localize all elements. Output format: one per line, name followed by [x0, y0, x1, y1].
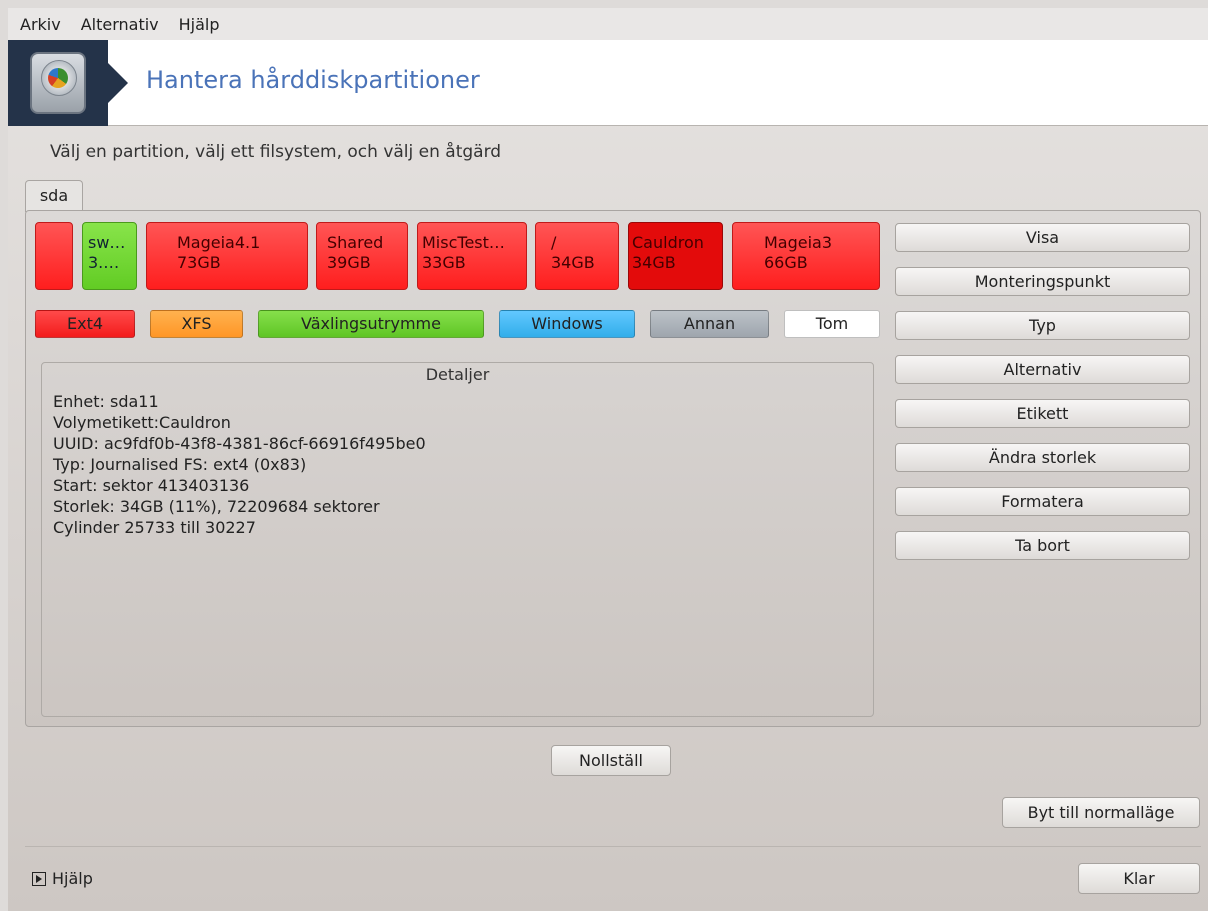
help-label: Hjälp [52, 869, 93, 888]
detail-volume-label: Volymetikett:Cauldron [53, 413, 231, 432]
detail-device: Enhet: sda11 [53, 392, 159, 411]
legend-swap: Växlingsutrymme [258, 310, 484, 338]
legend-tom: Tom [784, 310, 880, 338]
header-banner: Hantera hårddiskpartitioner [8, 40, 1208, 126]
details-title: Detaljer [425, 365, 490, 384]
partition-size: 73GB [177, 253, 221, 272]
partition-name: Mageia4.1 [177, 233, 261, 252]
partition-size: 39GB [327, 253, 371, 272]
partition-name: Cauldron [632, 233, 704, 252]
partition-size: 34GB [632, 253, 676, 272]
menu-hjalp[interactable]: Hjälp [169, 15, 230, 34]
partition-size: 3.… [88, 253, 120, 272]
done-button[interactable]: Klar [1078, 863, 1200, 894]
normal-mode-button[interactable]: Byt till normalläge [1002, 797, 1200, 828]
partition-2[interactable]: sw… 3.… [82, 222, 137, 290]
partition-name: sw… [88, 233, 126, 252]
main-window: Arkiv Alternativ Hjälp Hantera hårddiskp… [8, 8, 1208, 911]
options-button[interactable]: Alternativ [895, 355, 1190, 384]
reset-button[interactable]: Nollställ [551, 745, 671, 776]
view-button[interactable]: Visa [895, 223, 1190, 252]
mount-point-button[interactable]: Monteringspunkt [895, 267, 1190, 296]
menu-arkiv[interactable]: Arkiv [8, 15, 71, 34]
page-title: Hantera hårddiskpartitioner [146, 66, 480, 94]
details-lines: Enhet: sda11 Volymetikett:Cauldron UUID:… [53, 391, 426, 538]
details-box: Detaljer Enhet: sda11 Volymetikett:Cauld… [41, 362, 874, 717]
label-button[interactable]: Etikett [895, 399, 1190, 428]
partition-size: 33GB [422, 253, 466, 272]
partition-8[interactable]: Mageia3 66GB [732, 222, 880, 290]
partition-name: Mageia3 [764, 233, 833, 252]
delete-button[interactable]: Ta bort [895, 531, 1190, 560]
partition-size: 34GB [551, 253, 595, 272]
partition-1[interactable] [35, 222, 73, 290]
type-button[interactable]: Typ [895, 311, 1190, 340]
detail-uuid: UUID: ac9fdf0b-43f8-4381-86cf-66916f495b… [53, 434, 426, 453]
resize-button[interactable]: Ändra storlek [895, 443, 1190, 472]
partition-6[interactable]: / 34GB [535, 222, 619, 290]
legend-ext4: Ext4 [35, 310, 135, 338]
format-button[interactable]: Formatera [895, 487, 1190, 516]
partition-4[interactable]: Shared 39GB [316, 222, 408, 290]
pie-chart-icon [48, 68, 68, 88]
detail-cylinder: Cylinder 25733 till 30227 [53, 518, 256, 537]
legend-xfs: XFS [150, 310, 243, 338]
partition-3[interactable]: Mageia4.1 73GB [146, 222, 308, 290]
instruction-text: Välj en partition, välj ett filsystem, o… [50, 142, 502, 162]
partition-name: MiscTest… [422, 233, 505, 252]
detail-type: Typ: Journalised FS: ext4 (0x83) [53, 455, 307, 474]
detail-size: Storlek: 34GB (11%), 72209684 sektorer [53, 497, 380, 516]
partition-name: / [551, 233, 557, 252]
tab-sda[interactable]: sda [25, 180, 83, 212]
partition-5[interactable]: MiscTest… 33GB [417, 222, 527, 290]
legend-windows: Windows [499, 310, 635, 338]
partition-size: 66GB [764, 253, 808, 272]
partition-7[interactable]: Cauldron 34GB [628, 222, 723, 290]
help-expander[interactable]: Hjälp [32, 869, 93, 888]
menu-alternativ[interactable]: Alternativ [71, 15, 169, 34]
detail-start: Start: sektor 413403136 [53, 476, 250, 495]
expand-arrow-icon [32, 871, 46, 886]
menu-bar: Arkiv Alternativ Hjälp [8, 8, 1208, 40]
legend-annan: Annan [650, 310, 769, 338]
separator [25, 846, 1201, 847]
partition-name: Shared [327, 233, 384, 252]
banner-logo [8, 40, 128, 126]
harddisk-icon [30, 52, 86, 114]
